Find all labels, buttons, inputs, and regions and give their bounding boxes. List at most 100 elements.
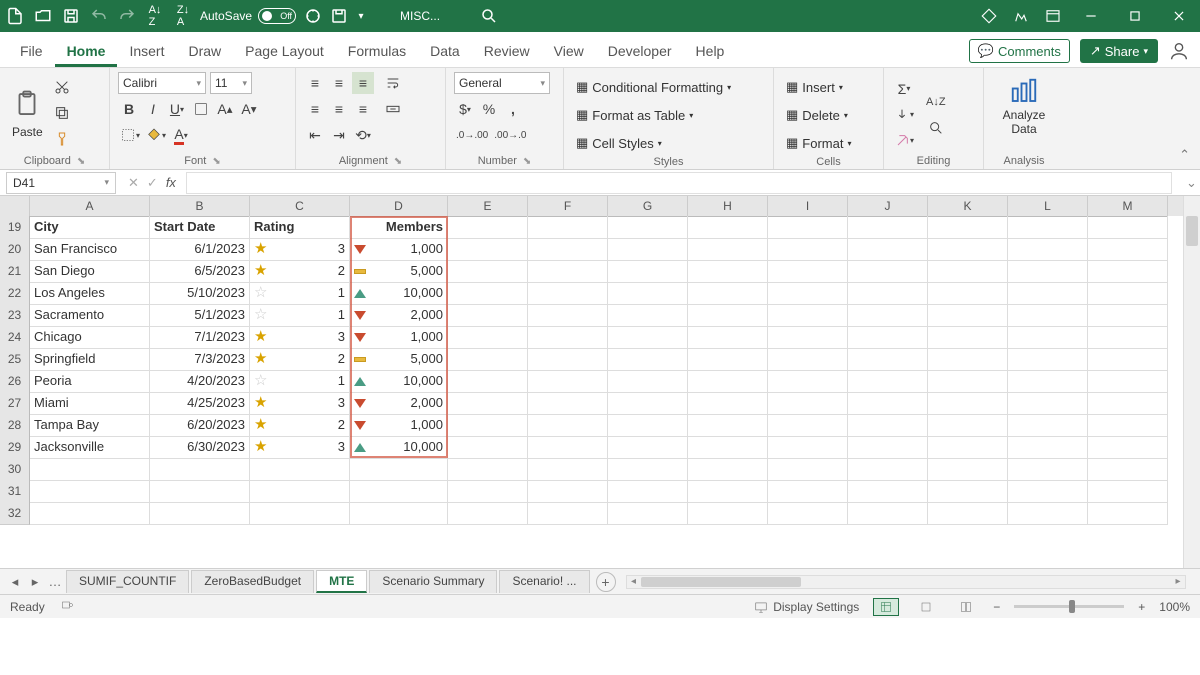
column-header[interactable]: L (1008, 196, 1088, 217)
formula-input[interactable] (186, 172, 1172, 194)
cell[interactable] (1008, 282, 1088, 305)
decrease-indent-icon[interactable]: ⇤ (304, 124, 326, 146)
column-header[interactable]: F (528, 196, 608, 217)
cell[interactable] (448, 436, 528, 459)
cell[interactable] (1008, 392, 1088, 415)
cell[interactable] (928, 480, 1008, 503)
cell[interactable] (848, 282, 928, 305)
format-painter-icon[interactable] (51, 128, 73, 150)
cell[interactable] (448, 502, 528, 525)
cell[interactable] (250, 458, 350, 481)
cell[interactable] (1008, 304, 1088, 327)
cell[interactable] (448, 238, 528, 261)
comma-icon[interactable]: , (502, 98, 524, 120)
cell[interactable] (688, 480, 768, 503)
cell[interactable] (608, 260, 688, 283)
share-button[interactable]: ↗ Share ▾ (1080, 39, 1158, 63)
collapse-ribbon-icon[interactable]: ⌃ (1179, 147, 1190, 163)
cell[interactable] (848, 370, 928, 393)
cell[interactable] (688, 436, 768, 459)
cell[interactable]: 4/20/2023 (150, 370, 250, 393)
cell[interactable] (250, 480, 350, 503)
tab-view[interactable]: View (542, 37, 596, 67)
column-header[interactable]: H (688, 196, 768, 217)
cell[interactable] (688, 282, 768, 305)
macro-record-icon[interactable] (59, 599, 75, 614)
autosum-icon[interactable]: Σ▾ (892, 78, 916, 100)
cell[interactable] (768, 282, 848, 305)
cell[interactable]: Miami (30, 392, 150, 415)
sheet-tab[interactable]: Scenario Summary (369, 570, 497, 593)
cell[interactable] (528, 370, 608, 393)
cell[interactable] (768, 392, 848, 415)
cell[interactable] (928, 216, 1008, 239)
cell[interactable] (1088, 260, 1168, 283)
cell[interactable] (688, 326, 768, 349)
cell[interactable] (448, 392, 528, 415)
zoom-out-icon[interactable]: − (993, 600, 1000, 614)
cell[interactable] (768, 458, 848, 481)
normal-view-icon[interactable] (873, 598, 899, 616)
tab-home[interactable]: Home (55, 37, 118, 67)
border-button[interactable] (190, 98, 212, 120)
cell[interactable]: 5/1/2023 (150, 304, 250, 327)
cell[interactable] (688, 502, 768, 525)
cell[interactable] (448, 414, 528, 437)
row-header[interactable]: 27 (0, 392, 30, 415)
cell[interactable] (150, 480, 250, 503)
format-as-table-button[interactable]: ▦Format as Table▾ (572, 104, 765, 126)
dialog-launcher-icon[interactable]: ⬊ (77, 156, 85, 167)
cell[interactable] (608, 238, 688, 261)
toggle-switch[interactable]: Off (258, 8, 296, 24)
cell[interactable] (928, 502, 1008, 525)
column-header[interactable]: G (608, 196, 688, 217)
cell[interactable] (528, 304, 608, 327)
cell[interactable] (608, 282, 688, 305)
cell[interactable] (448, 282, 528, 305)
cell[interactable] (928, 238, 1008, 261)
cell[interactable] (768, 216, 848, 239)
cell[interactable] (1008, 238, 1088, 261)
row-header[interactable]: 32 (0, 502, 30, 525)
cell[interactable]: 7/3/2023 (150, 348, 250, 371)
conditional-formatting-button[interactable]: ▦Conditional Formatting▾ (572, 76, 765, 98)
cell[interactable] (768, 304, 848, 327)
cell[interactable] (448, 370, 528, 393)
cell[interactable] (848, 260, 928, 283)
cell[interactable] (1088, 348, 1168, 371)
redo-icon[interactable] (118, 7, 136, 25)
cell[interactable] (1008, 216, 1088, 239)
sheet-nav-more-icon[interactable]: … (46, 574, 64, 589)
cell[interactable]: 1,000 (350, 238, 448, 261)
cell[interactable] (1008, 502, 1088, 525)
cell[interactable] (1088, 370, 1168, 393)
cell[interactable] (1008, 414, 1088, 437)
dialog-launcher-icon[interactable]: ⬊ (394, 156, 402, 167)
cell[interactable]: 1,000 (350, 414, 448, 437)
save-dropdown-icon[interactable] (330, 7, 348, 25)
row-header[interactable]: 29 (0, 436, 30, 459)
cell[interactable] (528, 392, 608, 415)
cell[interactable] (250, 502, 350, 525)
cell[interactable] (448, 480, 528, 503)
align-right-icon[interactable]: ≡ (352, 98, 374, 120)
cell[interactable]: Peoria (30, 370, 150, 393)
cell[interactable] (1088, 326, 1168, 349)
border-dropdown[interactable]: ▾ (118, 124, 142, 146)
cell[interactable]: Jacksonville (30, 436, 150, 459)
cell[interactable] (768, 348, 848, 371)
format-cells-button[interactable]: ▦Format▾ (782, 132, 875, 154)
cell[interactable] (928, 282, 1008, 305)
cell[interactable] (528, 348, 608, 371)
open-icon[interactable] (34, 7, 52, 25)
sort-filter-icon[interactable]: A↓Z (924, 91, 948, 113)
zoom-level[interactable]: 100% (1159, 600, 1190, 614)
coming-soon-icon[interactable] (1012, 7, 1030, 25)
cell[interactable] (608, 304, 688, 327)
cell[interactable] (528, 480, 608, 503)
cell[interactable] (1088, 480, 1168, 503)
cell[interactable] (350, 502, 448, 525)
decrease-decimal-icon[interactable]: .00→.0 (492, 124, 528, 146)
tab-page-layout[interactable]: Page Layout (233, 37, 336, 67)
horizontal-scrollbar[interactable]: ◂▸ (626, 575, 1187, 589)
